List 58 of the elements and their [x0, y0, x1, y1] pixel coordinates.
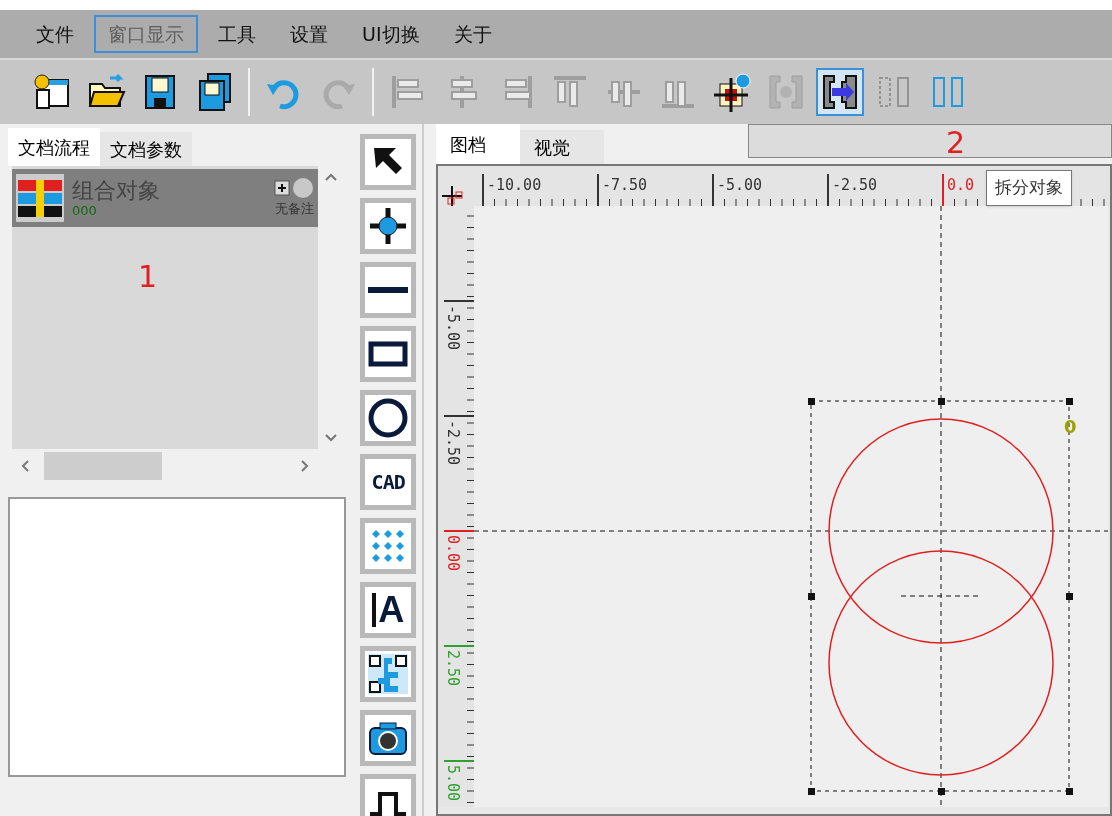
ruler-label: 5.00: [443, 760, 474, 802]
ruler-label: 0.00: [443, 530, 474, 572]
split-icon: [820, 72, 860, 112]
resize-handle[interactable]: [938, 788, 945, 795]
origin-marker-icon: [441, 185, 463, 206]
annotation-number: 2: [946, 124, 966, 162]
resize-handle[interactable]: [808, 788, 815, 795]
bracket-icon: [766, 72, 806, 112]
annotation-number: 1: [138, 258, 158, 296]
expand-icon[interactable]: [274, 180, 291, 197]
ruler-label: -10.00: [482, 173, 542, 206]
object-note: 无备注: [275, 200, 315, 219]
resize-handle[interactable]: [808, 593, 815, 600]
object-name: 组合对象: [72, 178, 161, 204]
resize-handle[interactable]: [938, 398, 945, 405]
tool-button[interactable]: [360, 774, 417, 816]
canvas-tab[interactable]: 图档: [436, 124, 520, 164]
resize-handle[interactable]: [808, 398, 815, 405]
ruler-label: -7.50: [597, 173, 648, 206]
panel-tab[interactable]: 文档流程: [8, 128, 100, 166]
qr-code-icon: [366, 652, 411, 696]
tool-button[interactable]: [360, 262, 417, 318]
tool-button[interactable]: [360, 646, 417, 702]
resize-handle[interactable]: [1066, 398, 1073, 405]
tool-button[interactable]: [360, 326, 417, 382]
ruler-label: 0.0: [942, 173, 975, 206]
ruler-label: -5.00: [712, 173, 763, 206]
text-tool-label: A: [372, 592, 405, 628]
crosshair-icon: [712, 72, 752, 112]
panel-tab[interactable]: 文档参数: [100, 132, 192, 166]
tool-button[interactable]: [360, 134, 417, 190]
text-cursor-icon: [372, 593, 377, 627]
object-code: 000: [72, 204, 98, 218]
status-dot-icon: [292, 177, 315, 200]
tool-button[interactable]: [360, 198, 417, 254]
menu-item[interactable]: UI切换: [348, 15, 434, 53]
new-document-icon: [32, 72, 72, 112]
toolbar-button[interactable]: [816, 68, 864, 116]
scrollbar-thumb[interactable]: [44, 452, 162, 480]
tooltip: 拆分对象: [986, 170, 1072, 206]
resize-handle[interactable]: [1066, 788, 1073, 795]
menu-item[interactable]: 文件: [22, 15, 88, 53]
tool-button[interactable]: CAD: [360, 454, 417, 510]
tool-button[interactable]: [360, 710, 417, 766]
ruler-label: 2.50: [443, 645, 474, 687]
ruler-label: -5.00: [443, 300, 474, 351]
ruler-label: -2.50: [443, 415, 474, 466]
ruler-label: -2.50: [827, 173, 878, 206]
tool-button[interactable]: A: [360, 582, 417, 638]
menu-item[interactable]: 设置: [276, 15, 342, 53]
menu-item[interactable]: 关于: [439, 15, 506, 53]
resize-handle[interactable]: [1066, 593, 1073, 600]
tool-button[interactable]: [360, 390, 417, 446]
cad-label: CAD: [371, 469, 405, 496]
object-index-label: 0: [1064, 416, 1077, 437]
menu-item[interactable]: 工具: [204, 15, 270, 53]
canvas-tab[interactable]: 视觉: [520, 130, 604, 164]
group-object-icon: [16, 174, 64, 222]
